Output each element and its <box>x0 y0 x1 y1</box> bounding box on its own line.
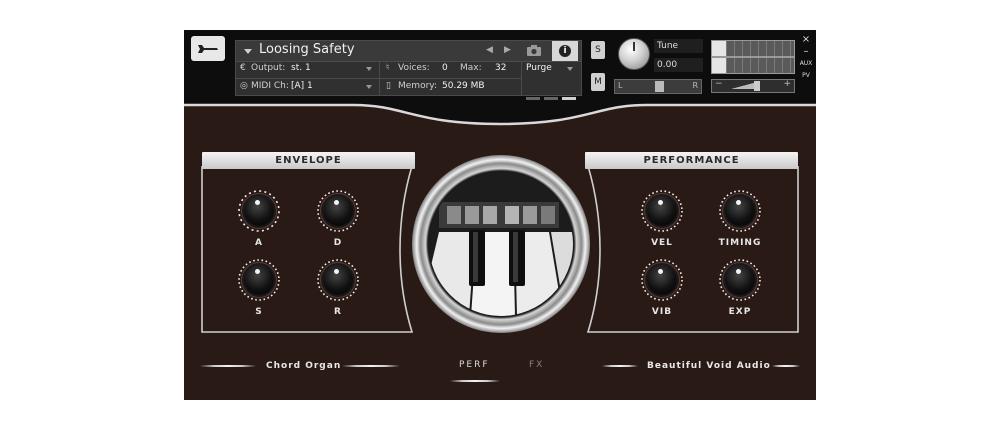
pan-left-label: L <box>618 81 623 90</box>
instrument-name-row: Loosing Safety ◀ ▶ i <box>236 41 581 62</box>
prev-instrument-icon[interactable]: ◀ <box>486 45 493 55</box>
pan-slider[interactable]: L R <box>614 79 702 94</box>
attack-knob[interactable] <box>244 196 274 226</box>
volume-plus-label: + <box>783 79 791 89</box>
tab-perf[interactable]: PERF <box>459 360 490 370</box>
volume-ramp <box>726 82 756 89</box>
volume-slider[interactable]: − + <box>711 79 795 93</box>
midi-channel-value[interactable]: [A] 1 <box>291 81 313 91</box>
tab-perf-underline <box>450 380 500 382</box>
snapshot-camera-button[interactable] <box>522 41 546 60</box>
sustain-knob[interactable] <box>244 265 274 295</box>
instrument-menu-arrow-icon[interactable] <box>244 49 252 54</box>
pv-button[interactable]: PV <box>798 70 814 82</box>
tune-value[interactable]: 0.00 <box>654 58 703 72</box>
memory-icon: ▯ <box>386 81 391 91</box>
output-label: Output: <box>251 63 286 73</box>
timing-label: TIMING <box>718 238 762 248</box>
divider <box>236 78 522 79</box>
velocity-knob[interactable] <box>647 196 677 226</box>
instrument-header: Loosing Safety ◀ ▶ i € Output: st. 1 ♮ V… <box>184 30 816 105</box>
pan-handle[interactable] <box>655 81 664 92</box>
info-button[interactable]: i <box>552 41 578 61</box>
voices-label: Voices: <box>398 63 430 73</box>
midi-icon: ◎ <box>240 81 248 91</box>
memory-value: 50.29 MB <box>442 81 485 91</box>
output-value[interactable]: st. 1 <box>291 63 311 73</box>
expression-knob[interactable] <box>725 265 755 295</box>
midi-channel-label: MIDI Ch: <box>251 81 289 91</box>
footer-line-right <box>602 365 638 367</box>
decay-label: D <box>333 238 343 248</box>
voices-value: 0 <box>442 63 448 73</box>
volume-handle[interactable] <box>754 81 760 91</box>
level-meter-right <box>711 57 795 74</box>
footer-line-left-2 <box>342 365 400 367</box>
output-dropdown-icon[interactable] <box>366 67 372 71</box>
piano-keys-view <box>429 172 573 316</box>
wrench-button[interactable] <box>191 36 225 61</box>
vibrato-label: VIB <box>651 307 673 317</box>
max-voices-label: Max: <box>460 63 482 73</box>
pan-right-label: R <box>692 81 698 90</box>
next-instrument-icon[interactable]: ▶ <box>504 45 511 55</box>
kontakt-instrument-window: Loosing Safety ◀ ▶ i € Output: st. 1 ♮ V… <box>184 30 816 400</box>
level-meter-left <box>711 40 795 57</box>
envelope-title: ENVELOPE <box>202 152 415 169</box>
performance-title: PERFORMANCE <box>585 152 798 169</box>
solo-button[interactable]: S <box>591 41 605 59</box>
midi-dropdown-icon[interactable] <box>366 85 372 89</box>
purge-dropdown-icon[interactable] <box>567 67 573 71</box>
close-button[interactable]: × <box>798 34 814 46</box>
piano-keys-image <box>429 172 573 316</box>
minimize-button[interactable]: – <box>798 46 814 58</box>
brand-name: Beautiful Void Audio <box>647 361 771 371</box>
max-voices-value[interactable]: 32 <box>495 63 506 73</box>
release-knob[interactable] <box>323 265 353 295</box>
purge-menu[interactable]: Purge <box>526 63 552 73</box>
attack-label: A <box>255 238 263 248</box>
velocity-label: VEL <box>651 238 673 248</box>
footer-line-right-2 <box>772 365 800 367</box>
volume-minus-label: − <box>715 79 723 89</box>
product-name: Chord Organ <box>266 361 342 371</box>
window-side-buttons: × – AUX PV <box>798 34 814 82</box>
instrument-info-box: Loosing Safety ◀ ▶ i € Output: st. 1 ♮ V… <box>235 40 582 102</box>
release-label: R <box>334 307 342 317</box>
tune-label: Tune <box>654 39 703 53</box>
voices-icon: ♮ <box>386 63 390 73</box>
output-icon: € <box>240 63 246 73</box>
vibrato-knob[interactable] <box>647 265 677 295</box>
decay-knob[interactable] <box>323 196 353 226</box>
wrench-icon <box>198 44 218 53</box>
info-icon: i <box>559 45 571 57</box>
tune-knob[interactable] <box>618 38 650 70</box>
sustain-label: S <box>255 307 263 317</box>
tab-fx[interactable]: FX <box>529 360 544 370</box>
instrument-name[interactable]: Loosing Safety <box>259 42 355 57</box>
timing-knob[interactable] <box>725 196 755 226</box>
camera-icon <box>527 45 541 56</box>
footer-line-left <box>200 365 256 367</box>
aux-button[interactable]: AUX <box>798 58 814 70</box>
expression-label: EXP <box>728 307 752 317</box>
mute-button[interactable]: M <box>591 73 605 91</box>
memory-label: Memory: <box>398 81 437 91</box>
header-swoosh <box>184 100 816 126</box>
